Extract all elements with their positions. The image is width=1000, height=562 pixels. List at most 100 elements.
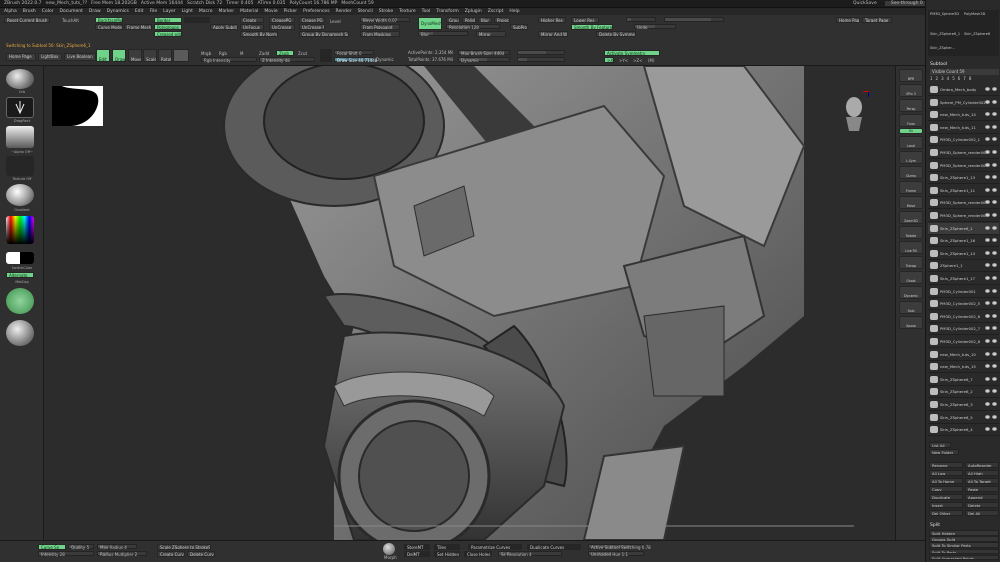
create-curve-button[interactable]: Create Curve [157,551,185,557]
split-to-parts-button[interactable]: Split To Parts [929,548,999,555]
intensity-slider[interactable]: Intensity 28 [38,551,94,557]
create-button[interactable]: Create [240,17,264,23]
insert-button[interactable]: Insert [929,502,963,508]
all-to-home-button[interactable]: All To Home [929,478,963,484]
matcap-gray-sphere[interactable] [6,320,34,346]
mirror-button[interactable]: Mirror [476,31,506,37]
eye-icon[interactable] [992,124,997,129]
menu-picker[interactable]: Picker [284,9,297,14]
eye-icon[interactable] [992,187,997,192]
subtool-row[interactable]: new_Mech_tuts_14 [928,109,999,122]
menu-help[interactable]: Help [509,9,519,14]
viewport-canvas[interactable] [44,66,895,540]
folder-icon[interactable] [985,313,990,318]
eye-icon[interactable] [992,402,997,406]
right-shelf-gizmo-button[interactable]: Gizmo [899,166,923,179]
max-radius-slider[interactable]: Max Radius 4 [97,544,137,550]
bevel-width-slider[interactable]: Bevel Width 0.07 [360,17,410,23]
subtool-row[interactable]: new_Mech_tuts_11 [928,122,999,134]
dynamesh-button[interactable]: DynaMesh [418,17,442,30]
dynamic-label[interactable]: Dynamic [376,57,394,62]
m-toggle[interactable]: M [240,51,243,56]
folder-icon[interactable] [985,87,990,91]
menu-brush[interactable]: Brush [23,9,36,14]
menu-stencil[interactable]: Stencil [358,9,373,14]
folder-icon[interactable] [985,213,990,217]
switch-color-label[interactable]: SwitchColor [4,266,40,270]
folder-icon[interactable] [985,351,990,356]
subtool-row[interactable]: Skin_ZSphere6_5 [928,412,999,424]
seethrough-slider[interactable]: See-through 0 [884,1,929,6]
subtool-row[interactable]: Skin_ZSphere1_16 [928,235,999,248]
folder-icon[interactable] [985,150,990,154]
navigation-head-gizmo[interactable] [839,90,870,139]
crease-pg-button[interactable]: CreasePG [269,17,295,23]
tiles-button[interactable]: Tiles [434,544,460,550]
subprojects-button[interactable]: SubProjects [510,24,528,30]
subtool-row[interactable]: Skin_ZSphere6_1 [928,222,999,235]
draw-size-slider[interactable]: Draw Size 40.71448 [334,57,377,63]
home-page-button[interactable]: Home Page [6,53,36,61]
menu-zplugin[interactable]: Zplugin [465,9,482,14]
folder-icon[interactable] [985,137,990,142]
del-other-button[interactable]: Del Other [929,510,963,516]
resolution-slider[interactable]: Resolution 128 [446,24,500,30]
del-all-button[interactable]: Del All [965,510,999,516]
focal-shift-slider[interactable]: Focal Shift 0 [334,50,374,56]
mrgb-toggle[interactable]: Mrgb [201,51,211,56]
brush-preview[interactable] [173,49,189,62]
right-shelf-xpose-button[interactable]: Xpose [899,316,923,329]
folder-icon[interactable] [985,124,990,129]
subtool-row[interactable]: Skin_ZSphere1_13 [928,172,999,185]
right-shelf-zoom3d-button[interactable]: Zoom3D [899,211,923,224]
delete-by-symmetry-button[interactable]: Delete By Symmetry [596,31,636,37]
subtool-row[interactable]: PM3D_Cylinder002_1 [928,134,999,147]
eye-icon[interactable] [992,87,997,91]
menu-zscript[interactable]: Zscript [488,9,504,14]
folder-icon[interactable] [985,414,990,419]
menu-edit[interactable]: Edit [135,9,144,14]
menu-document[interactable]: Document [60,9,83,14]
live-boolean-button[interactable]: Live Boolean [64,53,96,61]
smooth-by-features-button[interactable]: Smooth By Features [571,24,613,30]
home-page2-button[interactable]: Home Page [836,17,860,23]
eye-icon[interactable] [992,364,997,369]
delete-button[interactable]: Delete [965,502,999,508]
material-thumbnail[interactable] [6,184,34,206]
subtool-row[interactable]: Skin_ZSphere6_4 [928,424,999,437]
menu-macro[interactable]: Macro [199,9,213,14]
stroke-thumbnail[interactable] [6,97,34,118]
tool-thumb-3[interactable]: Skin_ZSphere6_1 [930,32,962,40]
all-to-target-button[interactable]: All To Target [965,478,999,484]
subtool-row[interactable]: Skin_ZSphere1_11 [928,185,999,197]
folder-icon[interactable] [985,200,990,205]
eye-icon[interactable] [992,276,997,280]
eye-icon[interactable] [992,288,997,293]
radius-multiplier-slider[interactable]: Radius Multiplier 2 [97,551,147,557]
menu-render[interactable]: Render [336,9,352,14]
subtool-number[interactable]: 5 [952,76,955,82]
eye-icon[interactable] [992,414,997,419]
eye-icon[interactable] [992,213,997,217]
split-unmasked-points-button[interactable]: Split Unmasked Points [929,554,999,561]
eye-icon[interactable] [992,313,997,318]
matcap-green-sphere[interactable] [6,288,34,314]
eye-icon[interactable] [992,137,997,142]
rgb-toggle[interactable]: Rgb [219,51,227,56]
menu-tool[interactable]: Tool [422,9,431,14]
morph-sphere-icon[interactable] [383,543,395,555]
right-shelf-floor-button[interactable]: Floor [899,114,923,127]
append-button[interactable]: Append [965,494,999,500]
folder-icon[interactable] [985,162,990,167]
eye-icon[interactable] [992,376,997,381]
subtool-row[interactable]: new_Mech_tuts_15 [928,361,999,374]
menu-alpha[interactable]: Alpha [4,9,17,14]
tool-thumb-5[interactable]: Skin_ZSpher... [930,46,962,54]
folder-icon[interactable] [985,288,990,293]
lower-res-button[interactable]: Lower Res [571,17,599,23]
subtool-row[interactable]: new_Mech_tuts_10 [928,349,999,361]
right-shelf-transp-button[interactable]: Transp [899,256,923,269]
max-brush-size-slider[interactable]: Max Brush Size: 4404 [458,50,510,56]
all-low-button[interactable]: All Low [929,470,963,476]
reset-brush-button[interactable]: Reset Current Brush [4,17,50,23]
